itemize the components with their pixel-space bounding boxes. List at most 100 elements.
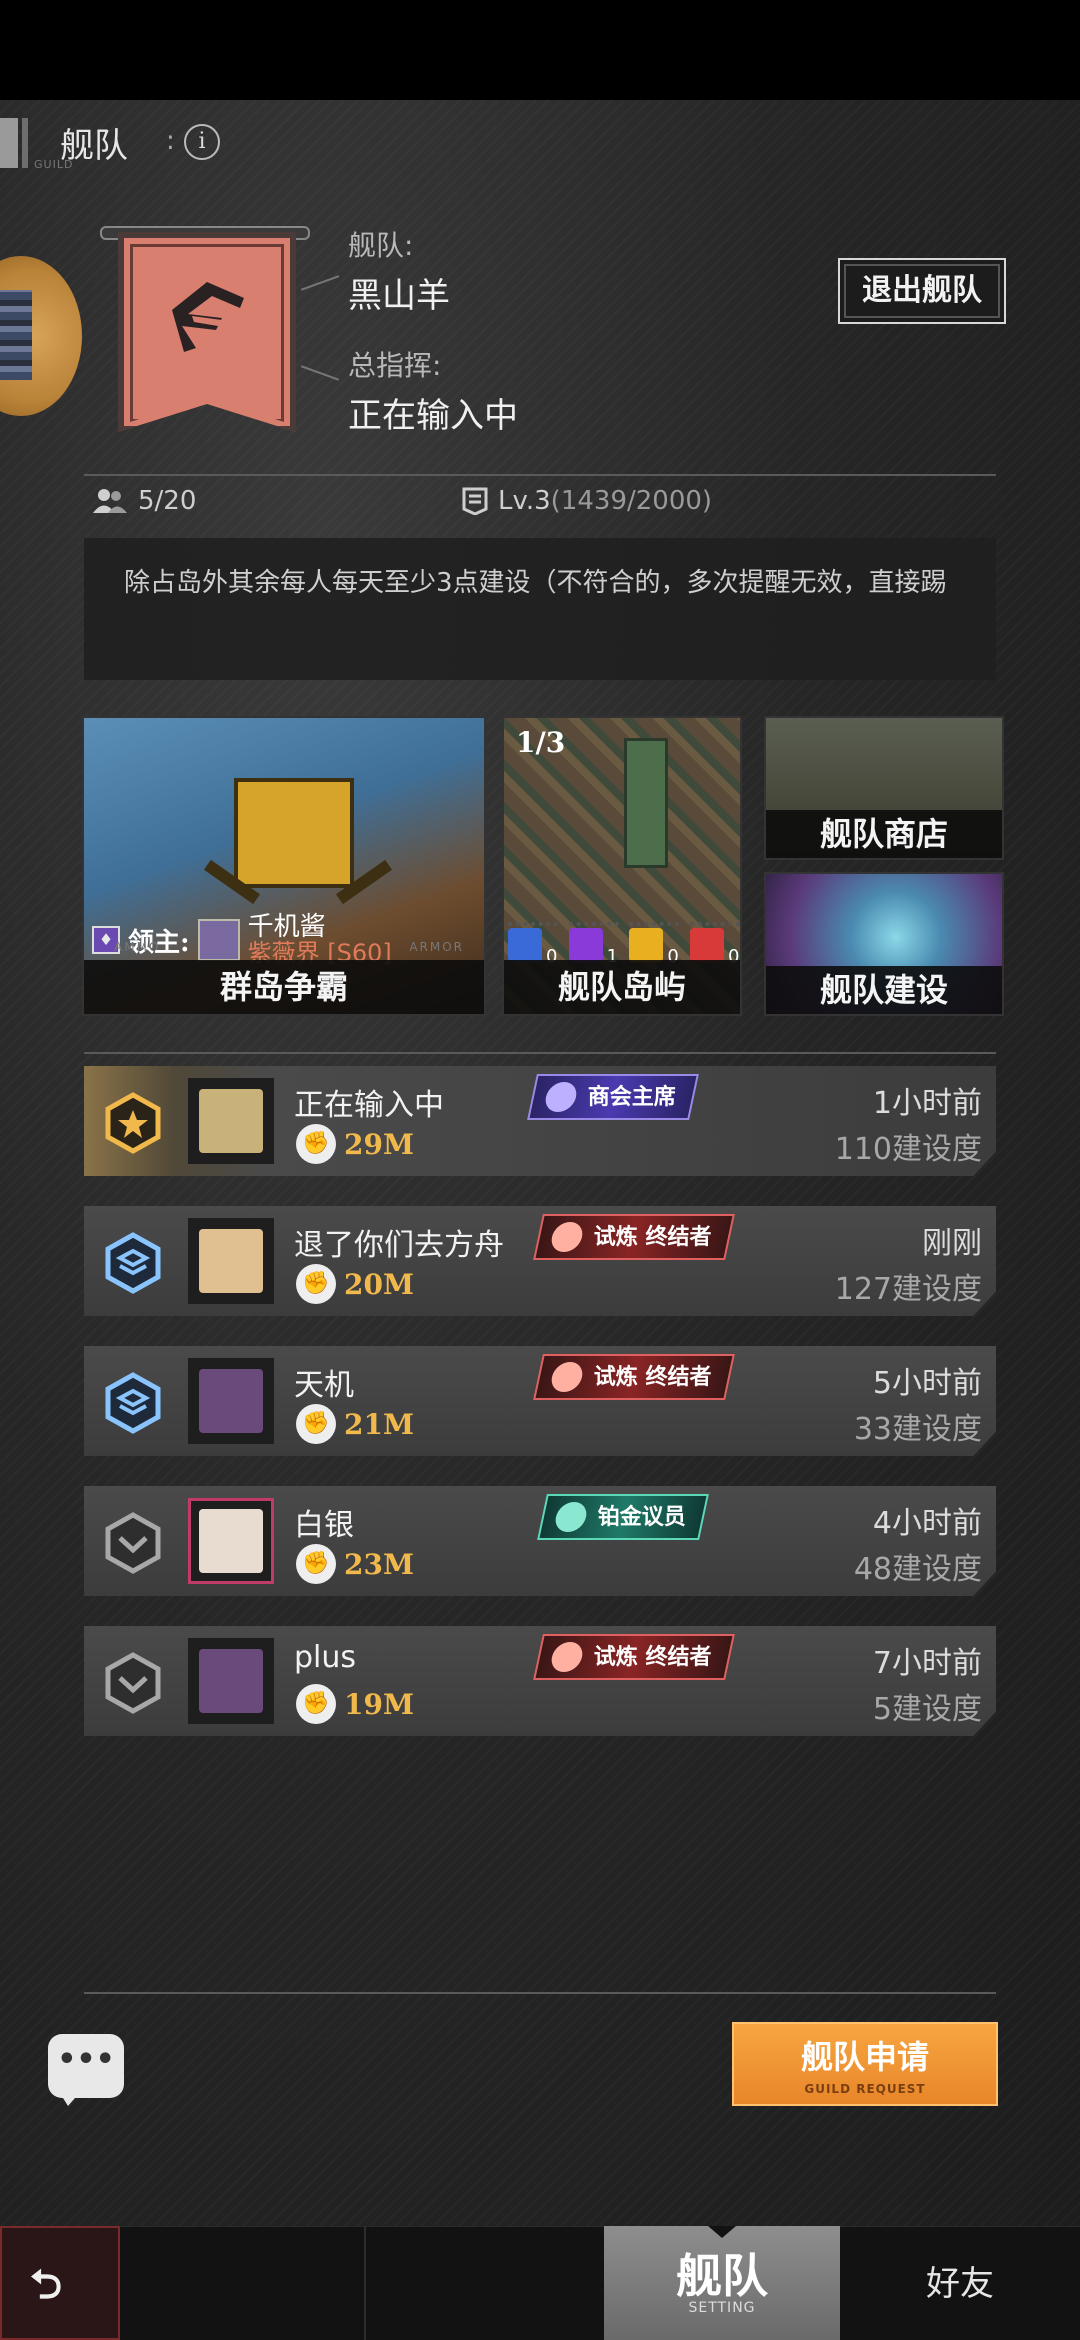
avatar — [188, 1638, 274, 1724]
fist-icon: ✊ — [296, 1124, 336, 1164]
fleet-emblem-icon — [172, 282, 244, 352]
fist-icon: ✊ — [296, 1404, 336, 1444]
member-name: 白银 — [294, 1508, 354, 1543]
fleet-exp-value: (1439/2000) — [550, 486, 713, 516]
member-name: 退了你们去方舟 — [294, 1228, 504, 1263]
ammo-tag: AMMO — [114, 940, 161, 954]
member-row[interactable]: plus ✊ 19M 试炼 终结者 7小时前 5建设度 — [84, 1626, 996, 1736]
fleet-level-value: Lv.3 — [498, 486, 551, 516]
archipelago-battle-tile[interactable]: ♦ 领主: 千机酱 紫薇界 [S60] AMMO ARMOR 群岛争霸 — [82, 716, 486, 1016]
chat-bubble-tail — [58, 2090, 82, 2106]
avatar-sprite — [0, 290, 32, 380]
title-badge: 试炼 终结者 — [533, 1354, 735, 1400]
header-mark-secondary — [22, 118, 28, 168]
member-name: plus — [294, 1640, 357, 1675]
members-icon — [93, 489, 127, 513]
fleet-islands-tile[interactable]: 1/3 0 1 0 0 舰队岛屿 — [502, 716, 742, 1016]
title-badge: 试炼 终结者 — [533, 1214, 735, 1260]
blue-rank-icon — [105, 1372, 161, 1434]
info-icon[interactable]: i — [184, 124, 220, 160]
commander-label: 总指挥: — [348, 349, 442, 382]
chat-bubble-icon[interactable]: ••• — [48, 2034, 124, 2098]
tower-sprite — [624, 738, 668, 868]
gold-rank-icon — [105, 1092, 161, 1154]
member-power: ✊ 21M — [296, 1404, 414, 1444]
lord-name: 千机酱 — [247, 912, 326, 942]
fleet-build-tile[interactable]: 舰队建设 — [764, 872, 1004, 1016]
back-button[interactable]: ⮌ — [0, 2226, 120, 2340]
last-active: 5小时前 — [872, 1366, 982, 1401]
fleet-request-label: 舰队申请 — [800, 2038, 929, 2076]
back-arrow-icon: ⮌ — [30, 2262, 63, 2308]
island-icons: 0 1 0 0 — [508, 922, 740, 967]
contribution: 48建设度 — [853, 1552, 982, 1587]
title-badge: 商会主席 — [527, 1074, 699, 1120]
commander-name: 正在输入中 — [348, 396, 518, 436]
tab-fleet-sublabel: SETTING — [688, 2300, 756, 2316]
title-badge: 铂金议员 — [537, 1494, 709, 1540]
member-power: ✊ 29M — [296, 1124, 414, 1164]
fleet-notice: 除占岛外其余每人每天至少3点建设（不符合的，多次提醒无效，直接踢 — [84, 538, 996, 680]
contribution: 33建设度 — [853, 1412, 982, 1447]
purple-island-icon: 1 — [568, 922, 619, 967]
tab-indicator — [708, 2226, 736, 2238]
fleet-request-button[interactable]: 舰队申请 GUILD REQUEST — [732, 2022, 998, 2106]
level-badge-icon — [462, 487, 488, 515]
archipelago-label: 群岛争霸 — [84, 960, 484, 1014]
fleet-build-label: 舰队建设 — [766, 966, 1002, 1014]
member-power: ✊ 23M — [296, 1544, 414, 1584]
lord-avatar — [197, 919, 240, 961]
divider — [84, 1052, 996, 1054]
last-active: 刚刚 — [922, 1226, 982, 1261]
member-row[interactable]: 天机 ✊ 21M 试炼 终结者 5小时前 33建设度 — [84, 1346, 996, 1456]
tab-friends[interactable]: 好友 — [900, 2256, 1020, 2305]
member-count-value: 5/20 — [138, 486, 197, 516]
member-power: ✊ 20M — [296, 1264, 414, 1304]
fleet-shop-tile[interactable]: 舰队商店 — [764, 716, 1004, 860]
page-subtitle: GUILD — [34, 158, 74, 171]
avatar — [188, 1358, 274, 1444]
blue-island-icon: 0 — [508, 922, 558, 967]
fleet-request-sublabel: GUILD REQUEST — [804, 2082, 926, 2096]
member-row[interactable]: 退了你们去方舟 ✊ 20M 试炼 终结者 刚刚 127建设度 — [84, 1206, 996, 1316]
fleet-shop-label: 舰队商店 — [766, 810, 1002, 858]
contribution: 110建设度 — [834, 1132, 982, 1167]
divider — [84, 474, 996, 476]
grey-rank-icon — [105, 1652, 161, 1714]
header-mark — [0, 118, 18, 168]
member-name: 天机 — [294, 1368, 354, 1403]
nav-separator — [364, 2226, 366, 2340]
exit-fleet-button[interactable]: 退出舰队 — [838, 258, 1006, 324]
member-row[interactable]: 白银 ✊ 23M 铂金议员 4小时前 48建设度 — [84, 1486, 996, 1596]
red-island-icon: 0 — [689, 922, 740, 967]
avatar — [188, 1498, 274, 1584]
member-power: ✊ 19M — [296, 1684, 414, 1724]
tab-fleet-label: 舰队 — [676, 2249, 768, 2303]
member-row[interactable]: 正在输入中 ✊ 29M 商会主席 1小时前 110建设度 — [84, 1066, 996, 1176]
island-count: 1/3 — [516, 726, 566, 759]
last-active: 4小时前 — [872, 1506, 982, 1541]
fleet-level: Lv.3(1439/2000) — [462, 486, 712, 516]
contribution: 127建设度 — [834, 1272, 982, 1307]
divider — [84, 1992, 996, 1994]
last-active: 7小时前 — [872, 1646, 982, 1681]
grey-rank-icon — [105, 1512, 161, 1574]
last-active: 1小时前 — [872, 1086, 982, 1121]
header-colon: : — [166, 126, 175, 156]
member-count: 5/20 — [92, 486, 196, 516]
title-badge: 试炼 终结者 — [533, 1634, 735, 1680]
fleet-name: 黑山羊 — [348, 276, 450, 316]
armor-tag: ARMOR — [409, 940, 464, 954]
contribution: 5建设度 — [872, 1692, 982, 1727]
gold-island-icon: 0 — [629, 922, 680, 967]
avatar — [188, 1218, 274, 1304]
blue-rank-icon — [105, 1232, 161, 1294]
member-name: 正在输入中 — [294, 1088, 444, 1123]
fist-icon: ✊ — [296, 1684, 336, 1724]
status-bar — [0, 0, 1080, 100]
avatar — [188, 1078, 274, 1164]
fleet-name-label: 舰队: — [348, 229, 414, 262]
fist-icon: ✊ — [296, 1264, 336, 1304]
fleet-islands-label: 舰队岛屿 — [504, 960, 740, 1014]
robot-sprite — [234, 778, 354, 888]
